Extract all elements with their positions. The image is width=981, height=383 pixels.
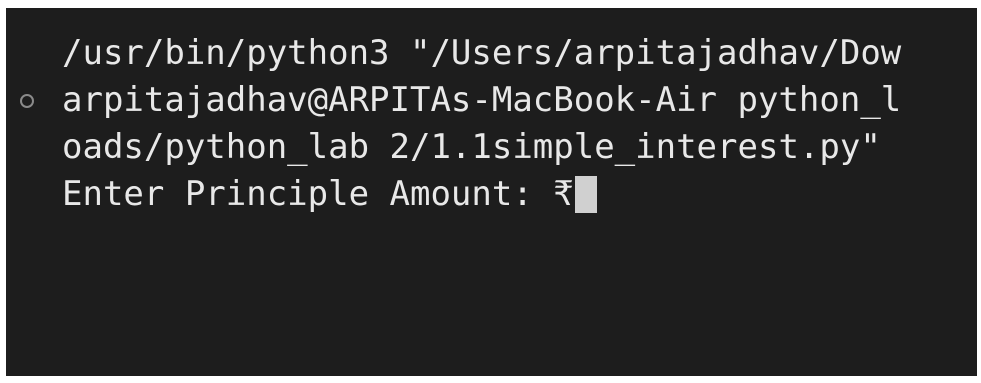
terminal-panel[interactable]: /usr/bin/python3 "/Users/arpitajadhav/Do… [6, 8, 977, 376]
circle-icon [20, 94, 34, 108]
terminal-prompt-line: arpitajadhav@ARPITAs-MacBook-Air python_… [62, 80, 902, 120]
text-cursor [574, 176, 597, 213]
input-prompt-text: Enter Principle Amount: ₹ [62, 174, 574, 214]
terminal-input-line[interactable]: Enter Principle Amount: ₹ [62, 171, 597, 218]
terminal-path-line: oads/python_lab 2/1.1simple_interest.py" [62, 127, 881, 167]
screenshot-frame: /usr/bin/python3 "/Users/arpitajadhav/Do… [0, 0, 981, 383]
terminal-command-line: /usr/bin/python3 "/Users/arpitajadhav/Do… [62, 33, 902, 73]
